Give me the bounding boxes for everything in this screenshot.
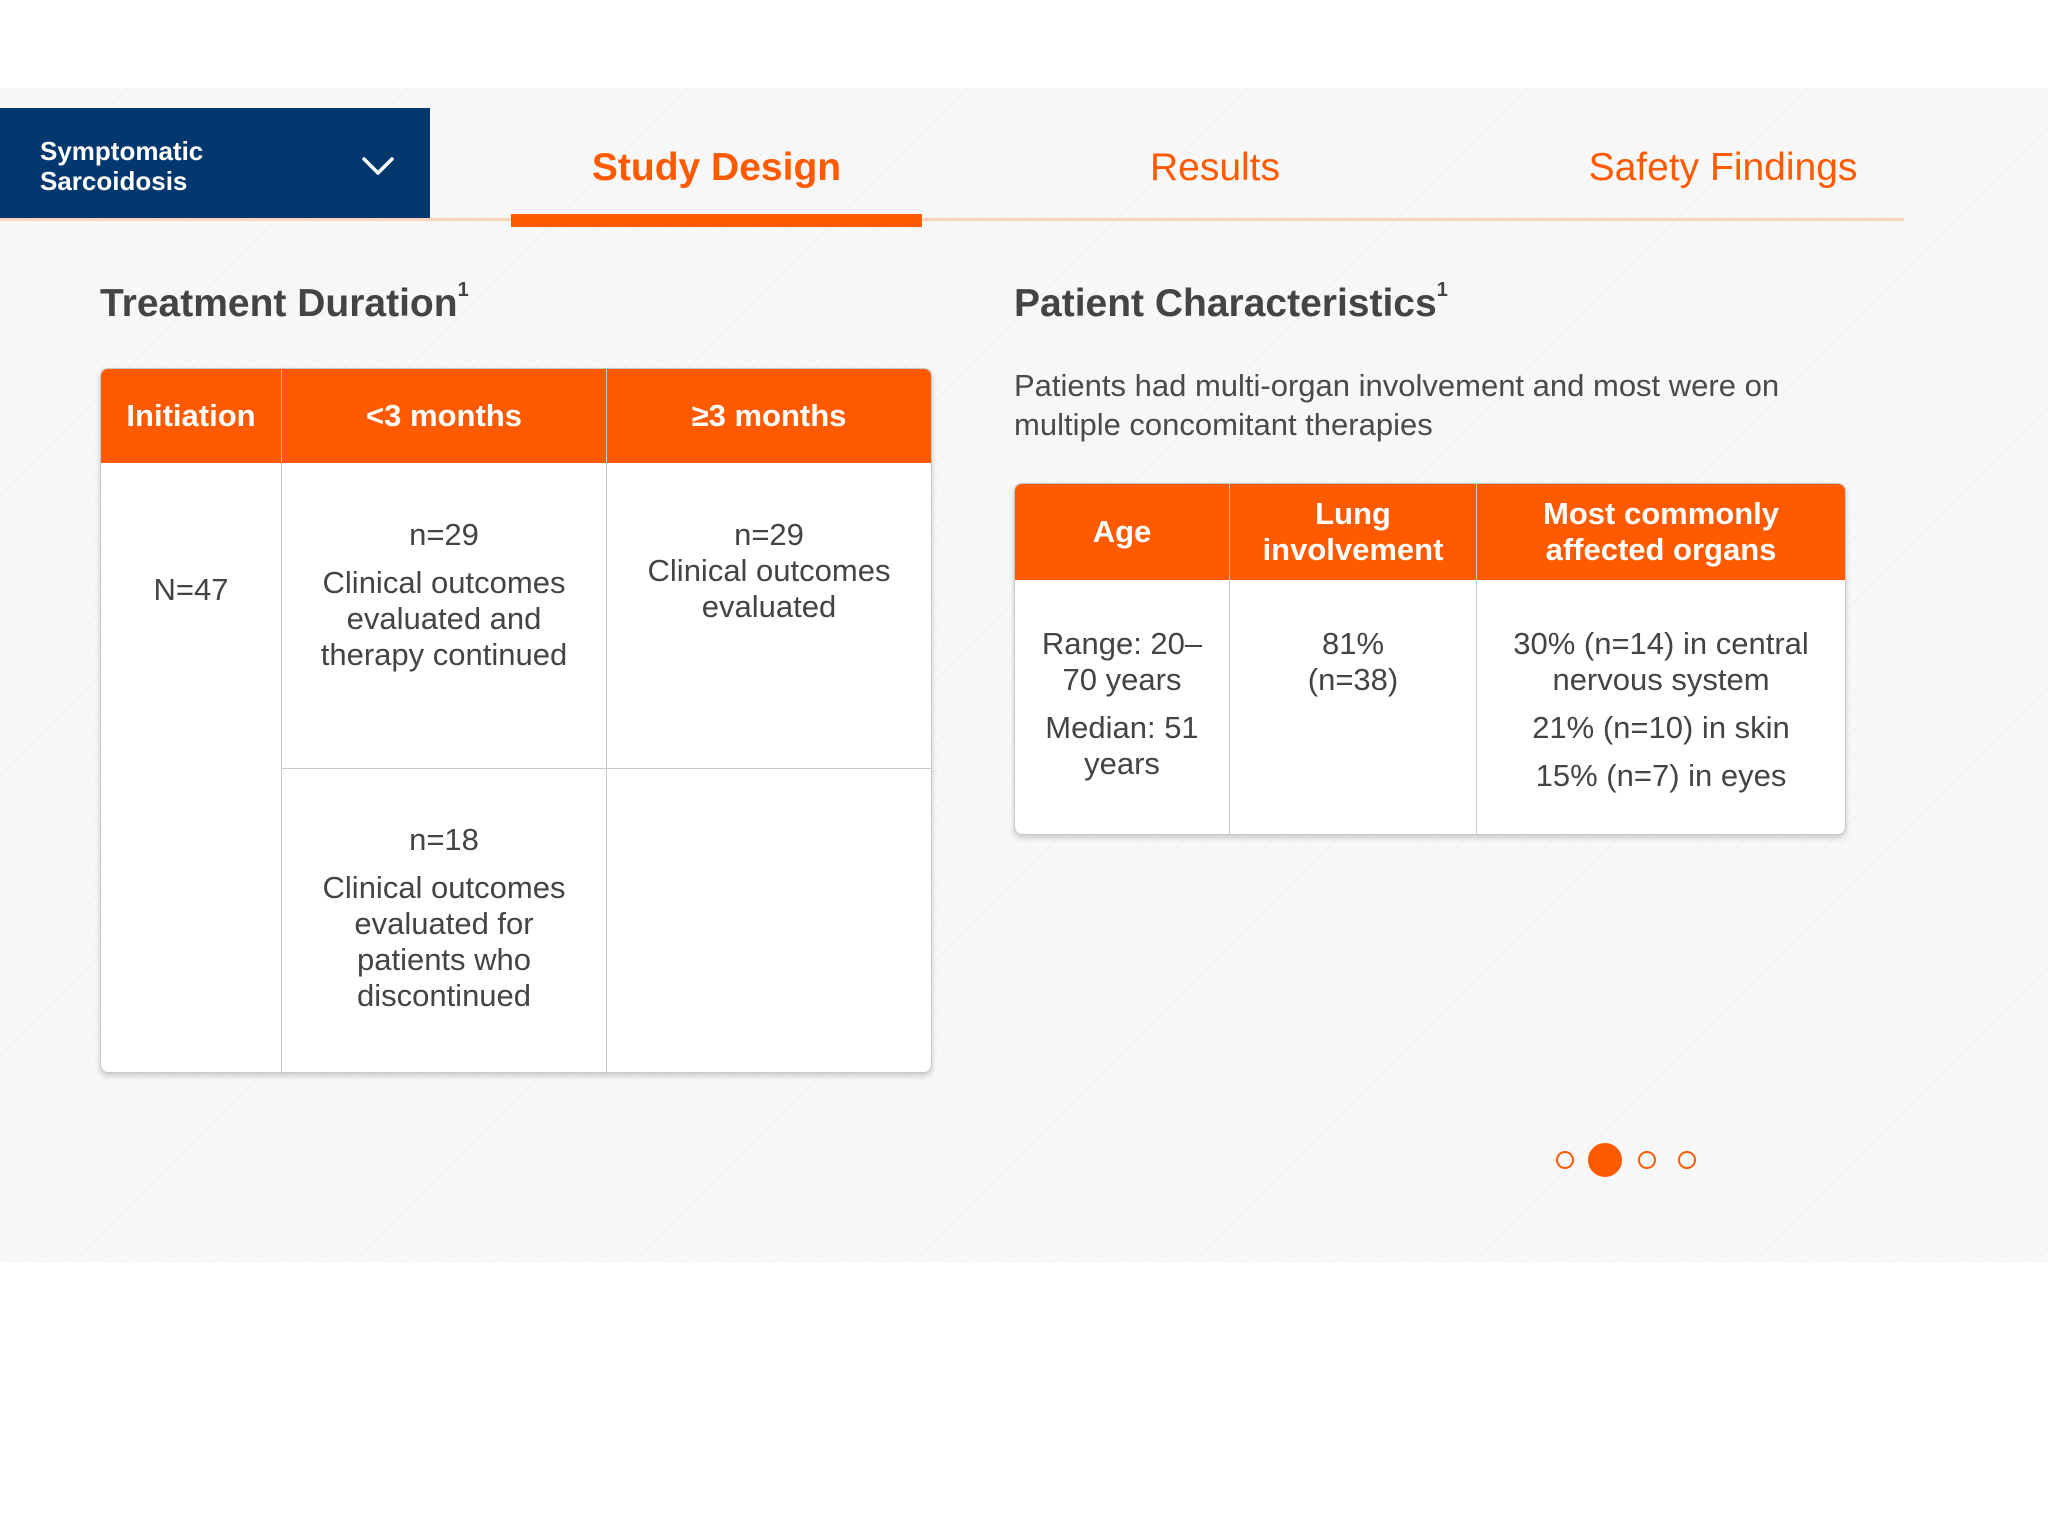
- header-age: Age: [1015, 484, 1229, 580]
- ge3-evaluated-text: Clinical outcomes evaluated: [647, 553, 891, 624]
- organ-cns: 30% (n=14) in central nervous system: [1513, 626, 1809, 697]
- divider: [281, 768, 931, 769]
- lt3-discontinued-cell: n=18 Clinical outcomes evaluated for pat…: [282, 822, 606, 1014]
- tab-study-design[interactable]: Study Design: [511, 138, 922, 198]
- indication-dropdown[interactable]: Symptomatic Sarcoidosis: [0, 108, 430, 219]
- lt3-continued-cell: n=29 Clinical outcomes evaluated and the…: [282, 517, 606, 673]
- header-lung-involvement: Lung involvement: [1230, 484, 1476, 580]
- ge3-evaluated-cell: n=29 Clinical outcomes evaluated: [607, 517, 931, 625]
- page-dot-1[interactable]: [1556, 1151, 1574, 1169]
- header-affected-organs: Most commonly affected organs: [1477, 484, 1845, 580]
- header-lt3-months: <3 months: [282, 369, 606, 463]
- patient-characteristics-table: Age Lung involvement Most commonly affec…: [1014, 483, 1846, 835]
- footnote-ref: 1: [457, 279, 469, 301]
- pagination-dots: [1556, 1140, 1706, 1180]
- organ-skin: 21% (n=10) in skin: [1532, 710, 1790, 745]
- affected-organs-cell: 30% (n=14) in central nervous system 21%…: [1477, 626, 1845, 794]
- ge3-evaluated-n: n=29: [734, 517, 804, 552]
- lt3-continued-n: n=29: [409, 517, 479, 552]
- age-range: Range: 20–70 years: [1041, 626, 1203, 697]
- tab-safety-findings[interactable]: Safety Findings: [1550, 138, 1896, 198]
- initiation-n: N=47: [153, 572, 229, 607]
- patient-characteristics-title: Patient Characteristics1: [1014, 279, 1448, 325]
- footnote-ref: 1: [1436, 279, 1448, 301]
- tab-results[interactable]: Results: [1065, 138, 1365, 198]
- age-median: Median: 51 years: [1045, 710, 1199, 781]
- active-tab-indicator: [511, 214, 922, 227]
- tab-bar-divider: [0, 218, 1904, 221]
- treatment-duration-title: Treatment Duration1: [100, 279, 469, 325]
- lung-involvement-value: 81% (n=38): [1307, 626, 1399, 697]
- chevron-down-icon: [362, 157, 394, 175]
- age-cell: Range: 20–70 years Median: 51 years: [1015, 626, 1229, 782]
- lt3-discontinued-n: n=18: [409, 822, 479, 857]
- divider: [606, 369, 607, 1072]
- page-dot-3[interactable]: [1638, 1151, 1656, 1169]
- header-ge3-months: ≥3 months: [607, 369, 931, 463]
- lt3-discontinued-text: Clinical outcomes evaluated for patients…: [322, 870, 566, 1013]
- page-dot-4[interactable]: [1678, 1151, 1696, 1169]
- page-dot-2-active[interactable]: [1588, 1143, 1622, 1177]
- treatment-duration-table: Initiation <3 months ≥3 months N=47 n=29…: [100, 368, 932, 1073]
- lt3-continued-text: Clinical outcomes evaluated and therapy …: [320, 565, 568, 672]
- organ-eyes: 15% (n=7) in eyes: [1535, 758, 1787, 793]
- patient-characteristics-intro: Patients had multi-organ involvement and…: [1014, 368, 1780, 442]
- indication-label: Symptomatic Sarcoidosis: [40, 136, 204, 196]
- header-initiation: Initiation: [101, 369, 281, 463]
